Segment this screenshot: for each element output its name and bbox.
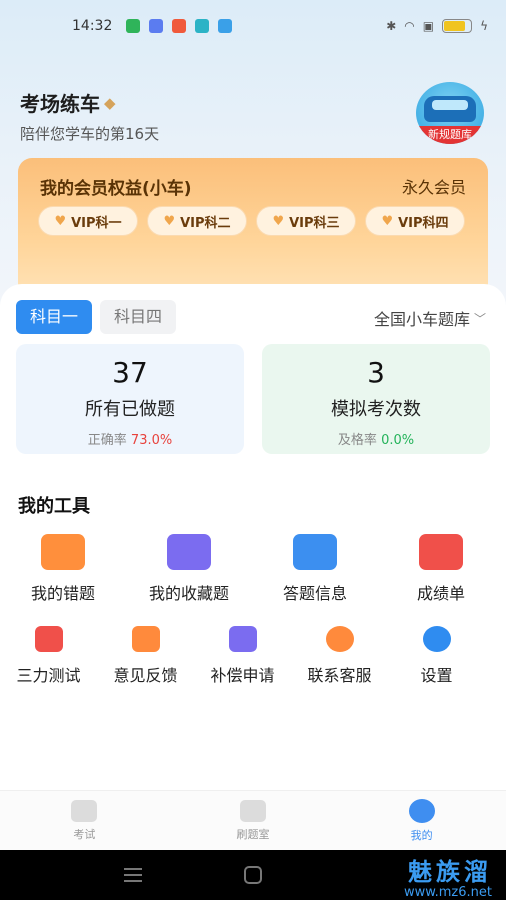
status-app-icon	[195, 19, 210, 33]
heart-icon: ♥	[272, 213, 285, 229]
nav-exam[interactable]: 考试	[0, 791, 169, 850]
tools-title: 我的工具	[18, 496, 90, 517]
bottom-nav: 考试 刷题室 我的	[0, 790, 506, 850]
system-nav-bar: 魅族溜 www.mz6.net	[0, 850, 506, 900]
vip-pill-subject4[interactable]: ♥ VIP科四	[365, 206, 465, 236]
pass-rate-value: 0.0%	[381, 433, 415, 448]
watermark: 魅族溜 www.mz6.net	[403, 858, 492, 900]
subject-tabs: 科目一 科目四	[16, 300, 177, 334]
vip-pill-subject3[interactable]: ♥ VIP科三	[256, 206, 356, 236]
edit-test-icon	[34, 626, 63, 652]
tool-favorites[interactable]: 我的收藏题	[126, 534, 252, 604]
done-count: 37	[112, 356, 148, 389]
nav-practice-room[interactable]: 刷题室	[169, 791, 338, 850]
page-subtitle: 陪伴您学车的第16天	[20, 125, 160, 143]
answer-info-icon	[293, 534, 337, 570]
status-bar: 14:32 ✱ ◠ ▣ ϟ	[0, 0, 506, 52]
tool-report-card[interactable]: 成绩单	[378, 534, 504, 604]
menu-icon[interactable]	[124, 868, 142, 882]
new-question-bank-badge[interactable]: 新规题库	[416, 82, 484, 144]
accuracy-label: 正确率	[87, 433, 127, 448]
status-app-icon	[172, 19, 187, 33]
accuracy-value: 73.0%	[130, 433, 173, 448]
profile-icon	[408, 798, 435, 823]
tools-row-2: 三力测试 意见反馈 补偿申请 联系客服 设置	[0, 626, 506, 686]
home-icon[interactable]	[244, 866, 262, 884]
exam-count: 3	[367, 356, 385, 389]
status-app-icon	[126, 19, 141, 33]
feedback-icon	[131, 626, 160, 652]
header: 考场练车 ◆ 陪伴您学车的第16天	[20, 88, 159, 144]
heart-icon: ♥	[381, 213, 394, 229]
tool-customer-service[interactable]: 联系客服	[291, 626, 388, 686]
page-title: 考场练车	[20, 92, 100, 116]
tools-row-1: 我的错题 我的收藏题 答题信息 成绩单	[0, 534, 506, 604]
wrong-questions-icon	[41, 534, 85, 570]
tab-subject1[interactable]: 科目一	[16, 300, 93, 334]
tool-compensation[interactable]: 补偿申请	[194, 626, 291, 686]
vip-pill-subject2[interactable]: ♥ VIP科二	[147, 206, 247, 236]
question-bank-select[interactable]: 全国小车题库 ﹀	[374, 306, 486, 330]
nav-mine[interactable]: 我的	[337, 791, 506, 850]
tool-settings[interactable]: 设置	[388, 626, 485, 686]
badge-label: 新规题库	[416, 126, 484, 144]
battery-icon	[442, 19, 473, 33]
exam-icon	[71, 799, 98, 822]
main-panel: 科目一 科目四 全国小车题库 ﹀ 37 所有已做题 正确率 73.0% 3 模拟…	[0, 284, 506, 804]
sim-icon: ▣	[422, 19, 435, 33]
practice-room-icon	[240, 799, 266, 822]
bluetooth-icon: ✱	[386, 19, 397, 33]
diamond-icon: ◆	[104, 93, 116, 112]
status-app-icon	[218, 19, 233, 33]
status-time: 14:32	[72, 18, 113, 34]
vip-benefits-card[interactable]: 我的会员权益(小车) 永久会员 ♥ VIP科一 ♥ VIP科二 ♥ VIP科三 ♥ VI…	[18, 158, 488, 298]
vip-pill-subject1[interactable]: ♥ VIP科一	[38, 206, 138, 236]
favorites-icon	[167, 534, 211, 570]
compensation-icon	[228, 626, 257, 652]
settings-gear-icon	[422, 626, 451, 652]
tool-feedback[interactable]: 意见反馈	[97, 626, 194, 686]
permanent-member-label: 永久会员	[401, 178, 466, 197]
heart-icon: ♥	[163, 213, 176, 229]
done-questions-card[interactable]: 37 所有已做题 正确率 73.0%	[16, 344, 244, 454]
pass-rate-label: 及格率	[337, 433, 377, 448]
report-card-icon	[419, 534, 463, 570]
tab-subject4[interactable]: 科目四	[100, 300, 177, 334]
heart-icon: ♥	[54, 213, 67, 229]
vip-title: 我的会员权益(小车)	[40, 179, 192, 199]
chevron-down-icon: ﹀	[473, 311, 486, 326]
done-label: 所有已做题	[85, 399, 175, 420]
status-app-icon	[149, 19, 164, 33]
wifi-icon: ◠	[404, 19, 415, 33]
mock-exam-card[interactable]: 3 模拟考次数 及格率 0.0%	[262, 344, 490, 454]
charging-icon: ϟ	[480, 19, 488, 33]
tool-three-ability-test[interactable]: 三力测试	[0, 626, 97, 686]
customer-service-icon	[325, 626, 354, 652]
tool-wrong-questions[interactable]: 我的错题	[0, 534, 126, 604]
exam-label: 模拟考次数	[331, 399, 421, 420]
tool-answer-info[interactable]: 答题信息	[252, 534, 378, 604]
